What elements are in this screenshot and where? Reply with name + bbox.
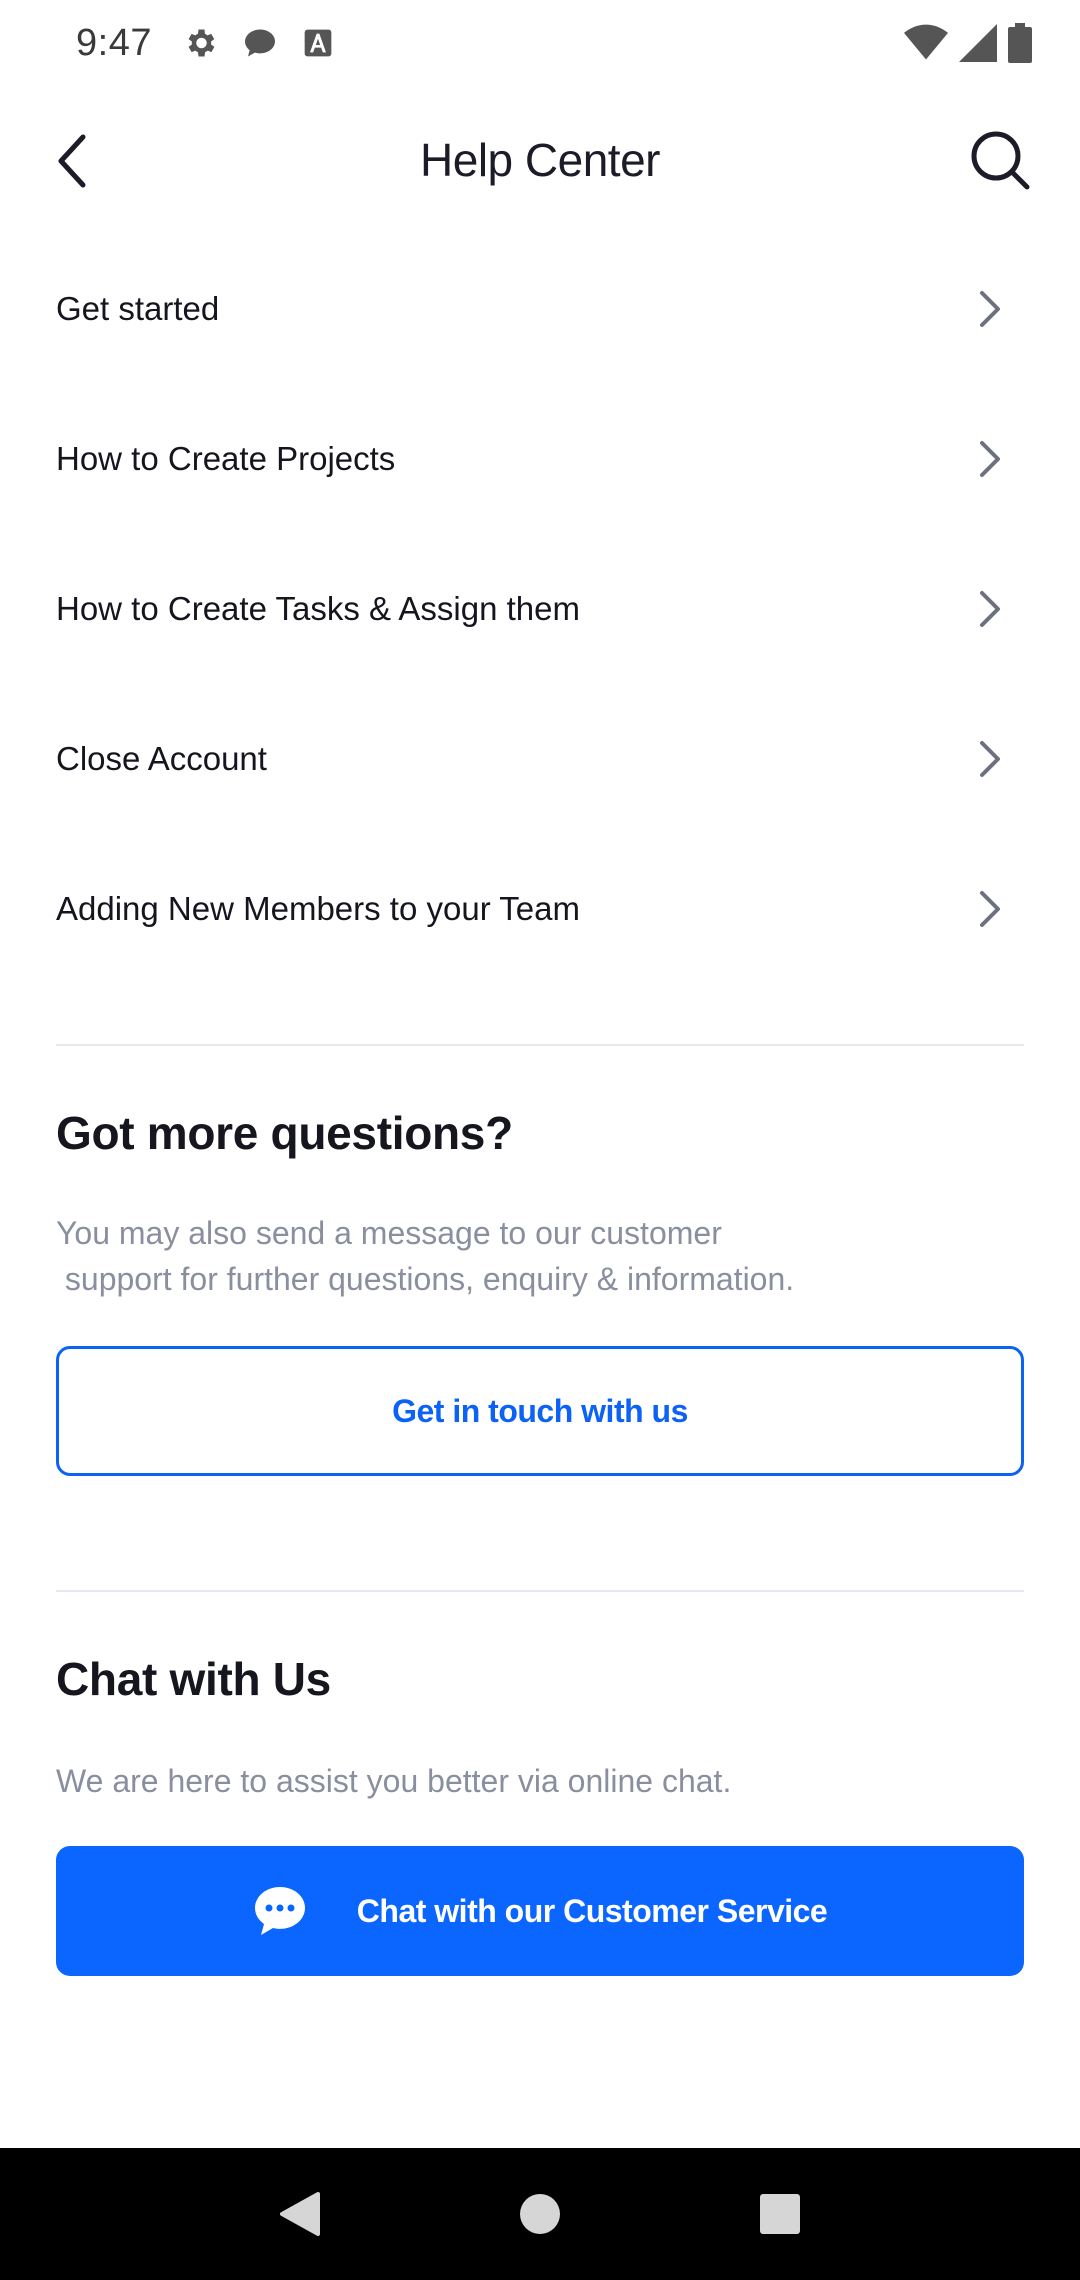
chevron-right-icon (980, 741, 1000, 777)
gear-icon (188, 29, 215, 57)
topic-label: Close Account (56, 740, 267, 777)
wifi-icon (904, 24, 948, 60)
chat-title: Chat with Us (56, 1653, 331, 1705)
nav-recents-button[interactable] (740, 2174, 820, 2254)
topic-label: Get started (56, 290, 220, 327)
font-icon (304, 29, 332, 57)
topic-create-projects[interactable]: How to Create Projects (0, 384, 1080, 534)
nav-back-button[interactable] (260, 2174, 340, 2254)
system-navigation-bar (0, 2148, 1080, 2280)
battery-icon (1008, 23, 1032, 63)
signal-icon (959, 24, 997, 62)
home-circle-icon (520, 2194, 560, 2234)
chat-description: We are here to assist you better via onl… (56, 1763, 732, 1799)
app-header: Help Center (0, 86, 1080, 234)
section-divider (56, 1590, 1024, 1592)
topic-label: How to Create Projects (56, 440, 396, 477)
chat-bubble-icon (244, 29, 275, 57)
search-icon (971, 131, 1030, 190)
chat-button-label: Chat with our Customer Service (356, 1892, 828, 1929)
status-time: 9:47 (76, 21, 152, 64)
chevron-right-icon (980, 441, 1000, 477)
get-in-touch-button[interactable]: Get in touch with us (56, 1346, 1024, 1476)
chevron-right-icon (980, 291, 1000, 327)
status-notification-icons (182, 25, 334, 61)
page-title: Help Center (420, 134, 660, 186)
topic-adding-members[interactable]: Adding New Members to your Team (0, 834, 1080, 984)
help-center-screen: 9:47 Help Center Get started How to Crea… (0, 0, 1080, 2280)
back-triangle-icon (280, 2192, 320, 2236)
chat-dots-icon (254, 1887, 305, 1935)
nav-home-button[interactable] (500, 2174, 580, 2254)
section-divider (56, 1044, 1024, 1046)
chevron-right-icon (980, 591, 1000, 627)
topic-close-account[interactable]: Close Account (0, 684, 1080, 834)
search-button[interactable] (962, 122, 1038, 198)
questions-title: Got more questions? (56, 1107, 513, 1159)
topic-create-tasks[interactable]: How to Create Tasks & Assign them (0, 534, 1080, 684)
back-button[interactable] (44, 124, 100, 198)
topic-label: Adding New Members to your Team (56, 890, 580, 927)
status-bar: 9:47 (0, 0, 1080, 86)
status-system-icons (904, 23, 1032, 63)
chevron-left-icon (58, 134, 86, 188)
chevron-right-icon (980, 891, 1000, 927)
topic-get-started[interactable]: Get started (0, 234, 1080, 384)
chat-customer-service-button[interactable]: Chat with our Customer Service (56, 1846, 1024, 1976)
recents-square-icon (760, 2194, 800, 2234)
help-topic-list: Get started How to Create Projects How t… (0, 234, 1080, 984)
questions-description: You may also send a message to our custo… (56, 1215, 795, 1297)
topic-label: How to Create Tasks & Assign them (56, 590, 580, 627)
